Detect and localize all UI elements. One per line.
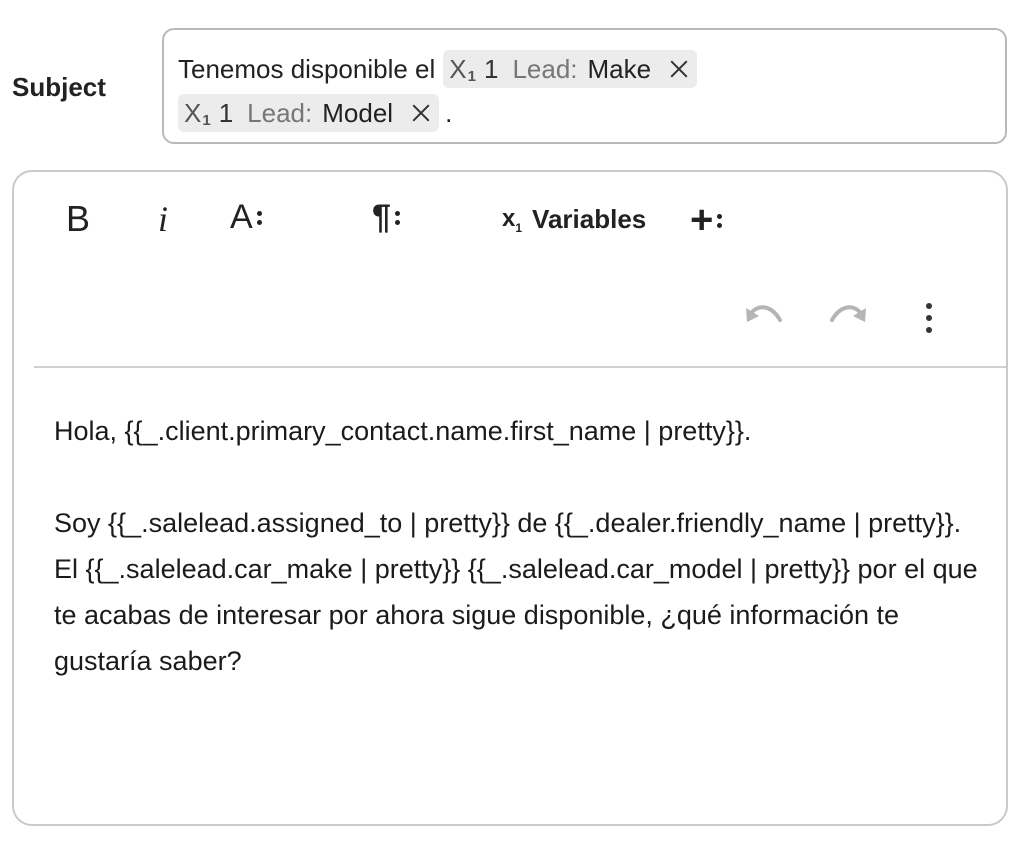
subject-line-1: Tenemos disponible el X1 1 Lead: Make	[178, 49, 698, 89]
chip-name: Make	[587, 53, 652, 84]
undo-button[interactable]	[742, 300, 786, 336]
redo-icon	[830, 305, 866, 322]
chip-count: 1	[218, 97, 234, 128]
variables-button[interactable]: x1 Variables	[502, 204, 646, 235]
variable-chip-make[interactable]: X1 1 Lead: Make	[443, 50, 698, 88]
subject-label: Subject	[12, 72, 106, 102]
undo-icon	[746, 305, 782, 322]
subject-text-before: Tenemos disponible el	[178, 53, 436, 84]
more-vertical-icon	[926, 303, 932, 333]
editor-content[interactable]: Hola, {{_.client.primary_contact.name.fi…	[54, 408, 984, 684]
variable-chip-model[interactable]: X1 1 Lead: Model	[178, 94, 440, 132]
dropdown-dots-icon	[717, 213, 723, 228]
subject-line-2: X1 1 Lead: Model .	[178, 93, 452, 133]
body-greeting: Hola, {{_.client.primary_contact.name.fi…	[54, 416, 752, 446]
redo-button[interactable]	[826, 300, 870, 336]
rich-text-editor: B i A ¶ x1 Variables + Hola, {{_.client.…	[12, 170, 1008, 826]
paragraph-menu-button[interactable]: ¶	[372, 198, 400, 237]
more-options-button[interactable]	[926, 298, 940, 338]
paragraph-icon: ¶	[372, 198, 391, 236]
subject-text-after: .	[445, 97, 453, 128]
email-template-editor: Subject Tenemos disponible el X1 1 Lead:…	[0, 0, 1024, 844]
dropdown-dots-icon	[256, 210, 262, 225]
insert-icon: +	[690, 198, 714, 242]
variable-icon: X1	[449, 53, 476, 85]
italic-button[interactable]: i	[158, 198, 168, 240]
bold-button[interactable]: B	[66, 198, 90, 240]
font-menu-button[interactable]: A	[230, 198, 262, 237]
chip-prefix: Lead:	[247, 97, 313, 128]
font-icon: A	[230, 198, 253, 236]
subject-field[interactable]: Tenemos disponible el X1 1 Lead: Make X1…	[162, 28, 1007, 144]
body-paragraph: Soy {{_.salelead.assigned_to | pretty}} …	[54, 508, 978, 676]
chip-prefix: Lead:	[512, 53, 578, 84]
insert-menu-button[interactable]: +	[690, 198, 723, 243]
variables-icon: x1	[502, 204, 523, 235]
italic-icon: i	[158, 199, 169, 239]
chip-name: Model	[322, 97, 394, 128]
chip-count: 1	[483, 53, 499, 84]
close-icon[interactable]	[669, 59, 689, 79]
toolbar-divider	[34, 366, 1006, 368]
variables-label: Variables	[532, 204, 647, 234]
bold-icon: B	[66, 198, 91, 239]
dropdown-dots-icon	[394, 210, 400, 225]
close-icon[interactable]	[411, 103, 431, 123]
variable-icon: X1	[184, 97, 211, 129]
